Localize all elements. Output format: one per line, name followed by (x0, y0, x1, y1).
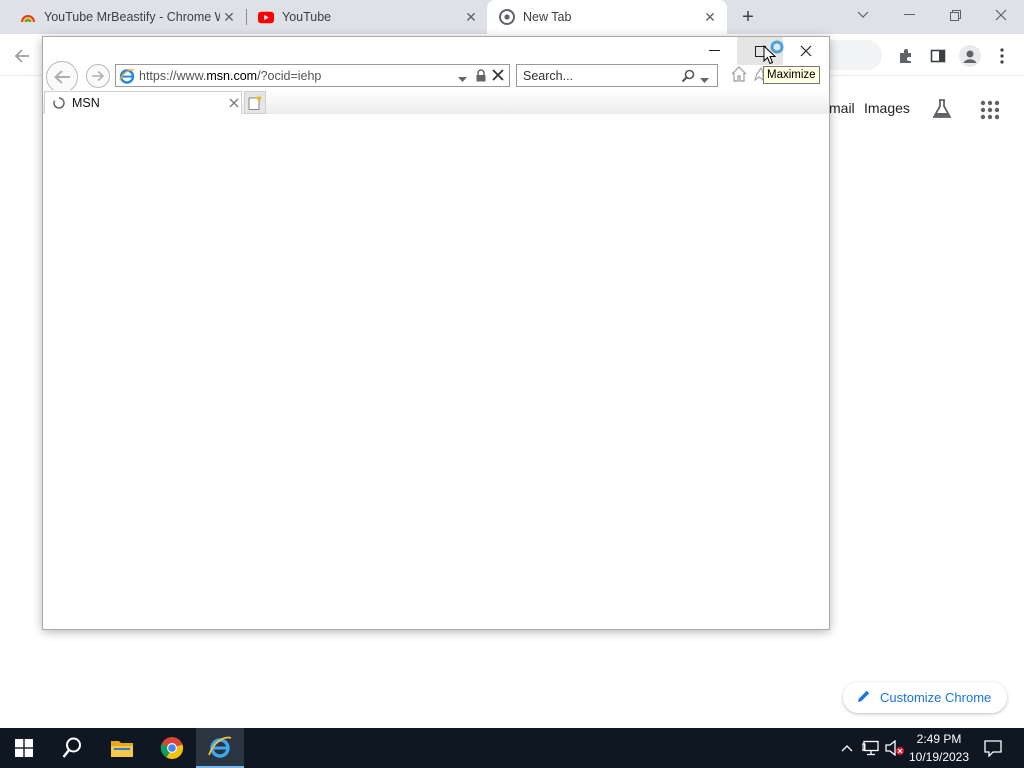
lock-icon[interactable] (475, 69, 487, 85)
dropdown-arrow-icon[interactable] (458, 72, 467, 86)
side-panel-icon[interactable] (926, 44, 950, 68)
desktop: YouTube MrBeastify - Chrome W ✕ YouTube … (0, 0, 1024, 768)
pencil-icon (857, 689, 871, 706)
extensions-puzzle-icon[interactable] (894, 44, 918, 68)
ie-back-button[interactable] (46, 61, 78, 93)
search-icon[interactable] (681, 69, 695, 86)
favorites-star-icon[interactable] (753, 66, 764, 88)
ie-page-content[interactable] (43, 114, 829, 629)
chrome-tab-title: New Tab (523, 10, 572, 24)
labs-flask-icon[interactable] (930, 97, 954, 121)
ie-new-tab-button[interactable] (244, 91, 266, 114)
action-center-notification-icon[interactable] (978, 728, 1008, 768)
profile-avatar-icon[interactable] (958, 44, 982, 68)
chrome-icon[interactable] (148, 728, 196, 768)
ie-close-button[interactable] (783, 37, 829, 65)
home-icon[interactable] (730, 65, 748, 88)
dropdown-arrow-icon[interactable] (700, 73, 709, 87)
close-tab-icon[interactable]: ✕ (701, 8, 719, 26)
internet-explorer-icon[interactable] (196, 728, 244, 768)
tab-search-chevron-icon[interactable] (840, 0, 886, 30)
gmail-link[interactable]: mail (829, 100, 855, 116)
ie-address-url: https://www.msn.com/?ocid=iehp (139, 68, 322, 83)
customize-chrome-button[interactable]: Customize Chrome (843, 682, 1007, 713)
new-tab-button[interactable]: + (737, 6, 759, 28)
rainbow-extension-icon (20, 9, 36, 25)
show-hidden-icons-chevron-icon[interactable] (838, 728, 856, 768)
close-tab-icon[interactable]: ✕ (220, 8, 238, 26)
images-link[interactable]: Images (864, 100, 910, 116)
file-explorer-icon[interactable] (98, 728, 146, 768)
windows-taskbar: 2:49 PM 10/19/2023 (0, 728, 1024, 768)
ie-tab-msn[interactable]: MSN (44, 91, 242, 114)
chrome-tabstrip: YouTube MrBeastify - Chrome W ✕ YouTube … (0, 0, 1024, 34)
ie-window: https://www.msn.com/?ocid=iehp Search... (43, 37, 829, 629)
youtube-icon (258, 9, 274, 25)
back-arrow-icon[interactable] (10, 44, 34, 68)
ie-minimize-button[interactable] (691, 37, 737, 65)
chrome-icon (499, 9, 515, 25)
ie-address-bar[interactable]: https://www.msn.com/?ocid=iehp (115, 64, 510, 87)
ie-tab-row: MSN (43, 90, 829, 114)
chrome-close-button[interactable] (978, 0, 1024, 30)
apps-grid-icon[interactable] (980, 100, 1000, 120)
taskbar-date[interactable]: 10/19/2023 (906, 750, 972, 764)
close-tab-icon[interactable]: ✕ (462, 8, 480, 26)
stop-x-icon[interactable] (492, 69, 504, 84)
chrome-tab-mrbeastify[interactable]: YouTube MrBeastify - Chrome W ✕ (0, 0, 246, 34)
customize-chrome-label: Customize Chrome (880, 690, 992, 705)
volume-muted-icon[interactable] (884, 728, 906, 768)
chrome-tab-youtube[interactable]: YouTube ✕ (238, 0, 488, 34)
chrome-restore-button[interactable] (932, 0, 978, 30)
ie-tab-title: MSN (72, 96, 100, 110)
ie-e-icon (119, 68, 135, 84)
chrome-tab-title: YouTube MrBeastify - Chrome W (44, 10, 220, 24)
close-tab-icon[interactable] (229, 97, 239, 111)
taskbar-time[interactable]: 2:49 PM (906, 732, 972, 746)
network-icon[interactable] (860, 728, 882, 768)
chrome-tab-title: YouTube (282, 10, 332, 24)
search-icon[interactable] (48, 728, 96, 768)
ie-search-box[interactable]: Search... (516, 64, 718, 87)
windows-start-icon[interactable] (0, 728, 48, 768)
ie-forward-button[interactable] (86, 64, 110, 88)
mouse-cursor-icon (763, 44, 777, 70)
more-menu-icon[interactable] (990, 44, 1014, 68)
loading-spinner-icon (53, 97, 65, 109)
ie-titlebar[interactable] (43, 37, 829, 65)
ie-search-placeholder: Search... (523, 68, 574, 83)
chrome-tab-new-tab[interactable]: New Tab ✕ (487, 0, 727, 34)
chrome-minimize-button[interactable] (886, 0, 932, 30)
